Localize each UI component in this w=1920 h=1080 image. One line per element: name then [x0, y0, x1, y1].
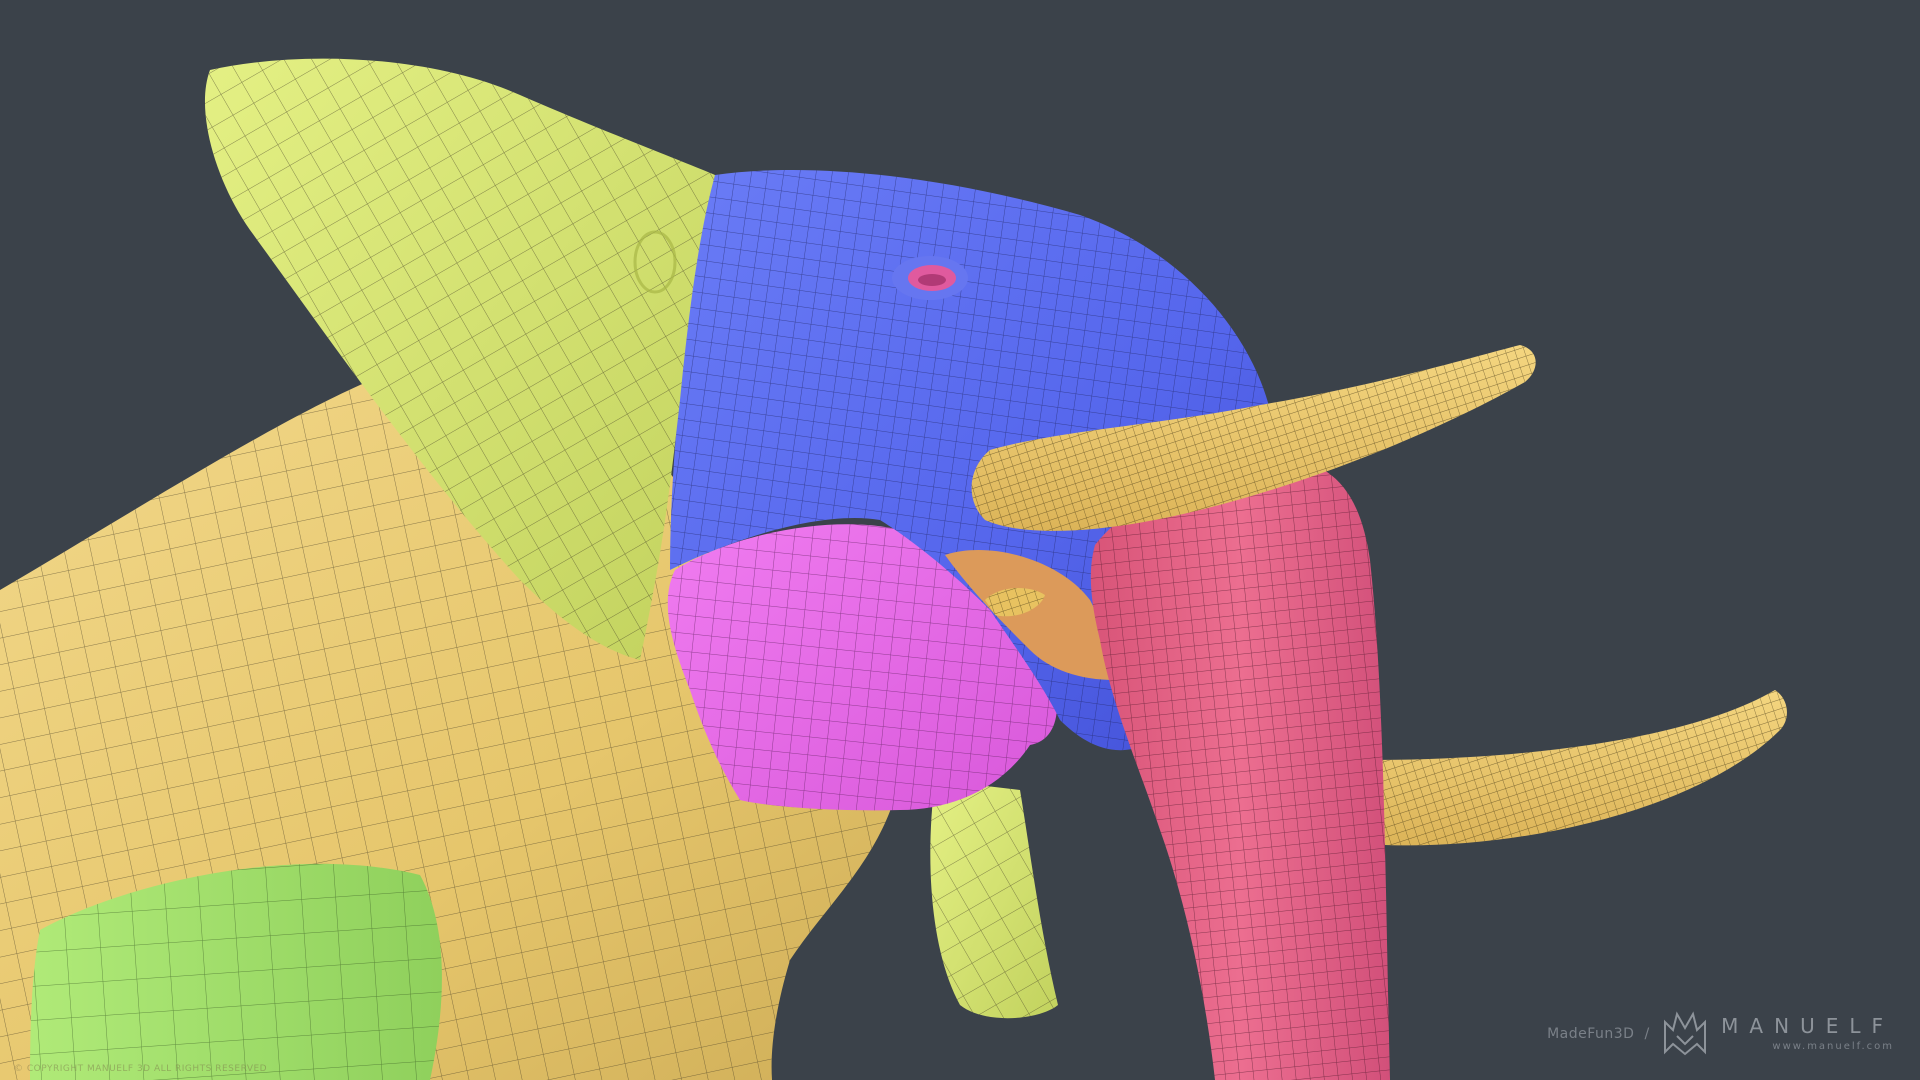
- watermark-separator: /: [1644, 1026, 1650, 1042]
- trunk: [1090, 459, 1390, 1080]
- brand-name: MANUELF: [1721, 1014, 1894, 1038]
- brand-url: www.manuelf.com: [1772, 1041, 1894, 1052]
- manuelf-logo-icon: [1664, 1011, 1707, 1056]
- studio-name: MadeFun3D: [1547, 1026, 1635, 1042]
- far-tusk: [1370, 690, 1787, 846]
- watermark: MadeFun3D / MANUELF www.manuelf.com: [1547, 1006, 1894, 1062]
- eye: [892, 256, 968, 300]
- brand-block: MANUELF www.manuelf.com: [1721, 1016, 1894, 1052]
- far-ear: [930, 780, 1058, 1019]
- viewport: © COPYRIGHT MANUELF 3D ALL RIGHTS RESERV…: [0, 0, 1920, 1080]
- elephant-topology-render: [0, 58, 1787, 1080]
- copyright-notice: © COPYRIGHT MANUELF 3D ALL RIGHTS RESERV…: [14, 1064, 268, 1074]
